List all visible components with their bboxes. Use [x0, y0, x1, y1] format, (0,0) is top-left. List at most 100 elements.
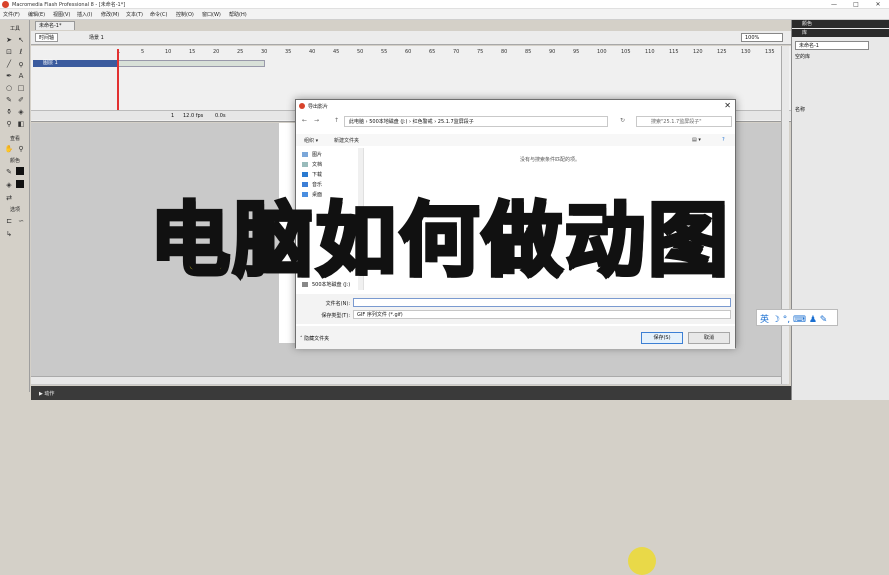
- fill-swatch[interactable]: [16, 180, 24, 188]
- filetype-label: 保存类型(T):: [321, 313, 350, 319]
- library-panel-header[interactable]: 库: [792, 29, 889, 37]
- cancel-button[interactable]: 取消: [688, 332, 730, 344]
- text-tool-icon[interactable]: A: [16, 71, 26, 81]
- free-transform-tool-icon[interactable]: ⊡: [4, 47, 14, 57]
- menu-edit[interactable]: 编辑(E): [28, 11, 45, 18]
- menu-text[interactable]: 文本(T): [126, 11, 143, 18]
- color-panel-header[interactable]: 颜色: [792, 20, 889, 28]
- address-bar[interactable]: 此电脑 › 500本地磁盘 (J:) › 红色警戒 › 25.1.7监屏段子: [344, 116, 608, 127]
- eraser-icon[interactable]: ◧: [16, 119, 26, 129]
- hand-tool-icon[interactable]: ✋: [4, 144, 14, 154]
- line-tool-icon[interactable]: ╱: [4, 59, 14, 69]
- save-button[interactable]: 保存(S): [641, 332, 683, 344]
- hide-folders-label: 隐藏文件夹: [304, 336, 330, 342]
- view-header: 查看: [9, 136, 20, 142]
- address-row: ← → ↑ 此电脑 › 500本地磁盘 (J:) › 红色警戒 › 25.1.7…: [296, 114, 735, 128]
- path-segment[interactable]: 此电脑: [349, 119, 364, 125]
- dialog-footer: ˄ 隐藏文件夹 保存(S) 取消: [296, 326, 735, 575]
- timeline-toggle-button[interactable]: 时间轴: [35, 33, 59, 42]
- ruler-tick-label: 50: [357, 49, 364, 55]
- back-arrow-icon[interactable]: ←: [302, 117, 307, 124]
- playhead[interactable]: [117, 49, 119, 119]
- up-arrow-icon[interactable]: ↑: [334, 117, 339, 124]
- subselection-tool-icon[interactable]: ↖: [16, 35, 26, 45]
- snap-icon[interactable]: ⊏: [4, 216, 14, 226]
- pen-tool-icon[interactable]: ✒: [4, 71, 14, 81]
- frame-ruler[interactable]: 1510152025303540455055606570758085909510…: [117, 49, 777, 58]
- frames-span[interactable]: [117, 60, 265, 67]
- downloads-icon: [302, 172, 308, 177]
- selection-tool-icon[interactable]: ➤: [4, 35, 14, 45]
- edit-bar: 时间轴 场景 1 100%: [31, 31, 791, 45]
- nav-item-music[interactable]: 音乐: [312, 181, 322, 188]
- pencil-tool-icon[interactable]: ✎: [4, 95, 14, 105]
- oval-tool-icon[interactable]: ○: [4, 83, 14, 93]
- menu-window[interactable]: 窗口(W): [202, 11, 221, 18]
- close-button[interactable]: ✕: [867, 0, 889, 9]
- nav-item-downloads[interactable]: 下载: [312, 171, 322, 178]
- hide-folders-toggle[interactable]: ˄ 隐藏文件夹: [300, 335, 329, 342]
- ruler-tick-label: 25: [237, 49, 244, 55]
- organize-menu[interactable]: 组织 ▾: [304, 137, 318, 144]
- zoom-select[interactable]: 100%: [741, 33, 783, 42]
- refresh-icon[interactable]: ↻: [620, 117, 625, 124]
- paint-bucket-icon[interactable]: ◈: [16, 107, 26, 117]
- nav-item-documents[interactable]: 文档: [312, 161, 322, 168]
- cursor-highlight: [628, 547, 656, 575]
- lasso-tool-icon[interactable]: ℓ: [16, 47, 26, 57]
- actions-panel-bar[interactable]: ▶ 动作: [31, 386, 791, 400]
- stroke-swatch[interactable]: [16, 167, 24, 175]
- ruler-tick-label: 10: [165, 49, 172, 55]
- menu-file[interactable]: 文件(F): [3, 11, 20, 18]
- path-segment[interactable]: 500本地磁盘 (J:): [369, 119, 407, 125]
- ink-bottle-icon[interactable]: ⚱: [4, 107, 14, 117]
- lasso-alt-icon[interactable]: ϙ: [16, 59, 26, 69]
- menu-insert[interactable]: 插入(I): [77, 11, 92, 18]
- path-segment[interactable]: 红色警戒: [413, 119, 433, 125]
- swap-colors-icon[interactable]: ⇄: [4, 193, 14, 203]
- menu-view[interactable]: 视图(V): [53, 11, 70, 18]
- brush-tool-icon[interactable]: ✐: [16, 95, 26, 105]
- filetype-select[interactable]: GIF 序列文件 (*.gif): [353, 310, 731, 319]
- menu-control[interactable]: 控制(O): [176, 11, 194, 18]
- minimize-button[interactable]: —: [823, 0, 845, 9]
- menu-help[interactable]: 帮助(H): [229, 11, 247, 18]
- eyedropper-icon[interactable]: ⚲: [4, 119, 14, 129]
- view-options-icon[interactable]: ▤ ▾: [692, 137, 701, 143]
- vertical-scrollbar[interactable]: [781, 46, 789, 384]
- filename-input[interactable]: [353, 298, 731, 307]
- stroke-color-icon[interactable]: ✎: [4, 167, 14, 177]
- overlay-title: 电脑如何做动图: [148, 194, 731, 288]
- rectangle-tool-icon[interactable]: □: [16, 83, 26, 93]
- tools-header: 工具: [9, 26, 20, 32]
- document-tab[interactable]: 未命名-1*: [35, 21, 75, 30]
- search-input[interactable]: 搜索"25.1.7监屏段子": [636, 116, 732, 127]
- maximize-button[interactable]: □: [845, 0, 867, 9]
- nav-item-pictures[interactable]: 图片: [312, 151, 322, 158]
- empty-library-label: 空的库: [795, 54, 811, 60]
- ruler-tick-label: 120: [693, 49, 703, 55]
- fill-color-icon[interactable]: ◈: [4, 180, 14, 190]
- ruler-tick-label: 135: [765, 49, 775, 55]
- name-column-header[interactable]: 名称: [795, 106, 805, 113]
- path-segment[interactable]: 25.1.7监屏段子: [438, 119, 474, 125]
- layer-row[interactable]: 图层 1: [33, 60, 117, 67]
- help-icon[interactable]: ?: [722, 137, 725, 143]
- menu-bar: 文件(F) 编辑(E) 视图(V) 插入(I) 修改(M) 文本(T) 命令(C…: [0, 9, 889, 20]
- zoom-tool-icon[interactable]: ⚲: [16, 144, 26, 154]
- library-document-select[interactable]: 未命名-1: [795, 41, 869, 50]
- ruler-tick-label: 105: [621, 49, 631, 55]
- ime-toolbar[interactable]: 英 ☽ °, ⌨ ♟ ✎: [756, 309, 838, 326]
- horizontal-scrollbar[interactable]: [31, 376, 781, 384]
- menu-commands[interactable]: 命令(C): [150, 11, 167, 18]
- forward-arrow-icon[interactable]: →: [314, 117, 319, 124]
- pictures-icon: [302, 152, 308, 157]
- flash-app-icon: [2, 1, 9, 8]
- straighten-icon[interactable]: ↳: [4, 229, 14, 239]
- window-title: Macromedia Flash Professional 8 - [未命名-1…: [12, 2, 126, 8]
- new-folder-button[interactable]: 新建文件夹: [334, 137, 359, 144]
- ruler-tick-label: 95: [573, 49, 580, 55]
- smooth-icon[interactable]: ∽: [16, 216, 26, 226]
- dialog-close-icon[interactable]: ✕: [724, 101, 731, 110]
- menu-modify[interactable]: 修改(M): [101, 11, 119, 18]
